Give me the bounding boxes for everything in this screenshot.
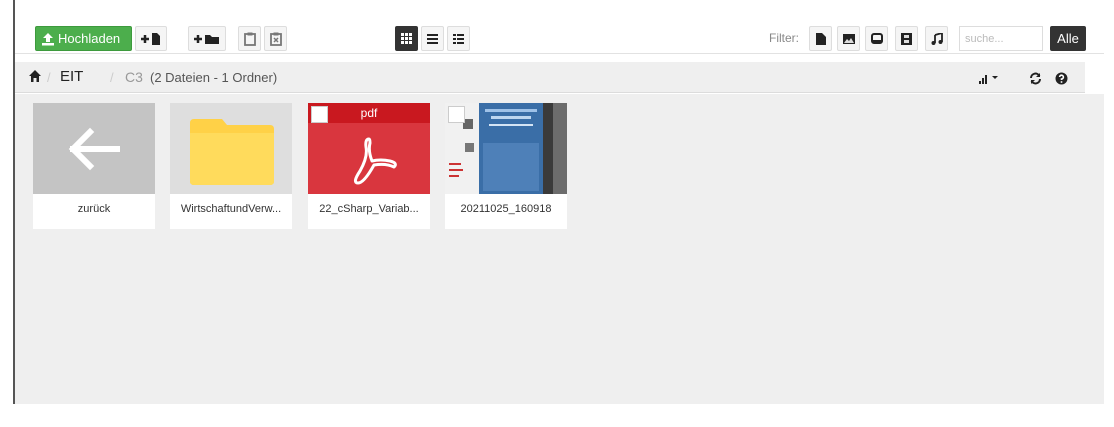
item-count: (2 Dateien - 1 Ordner) [150,70,278,85]
filter-all-button[interactable]: Alle [1050,26,1086,51]
file-grid: zurück WirtschaftundVerw... pdf 22_cShar… [15,94,1104,404]
view-list-button[interactable] [421,26,444,51]
breadcrumb-item-eit[interactable]: EIT [60,68,83,85]
tile-label: zurück [77,203,111,215]
list-icon [427,33,438,44]
details-icon [453,33,464,44]
refresh-icon [1029,72,1041,84]
filter-documents-button[interactable] [809,26,832,51]
clipboard-x-icon [269,32,282,46]
upload-icon [42,32,54,45]
clipboard-icon [243,32,256,46]
add-folder-icon [194,34,219,44]
select-checkbox[interactable] [311,106,328,123]
folder-thumbnail [170,103,292,194]
document-icon [815,32,826,45]
help-button[interactable] [1053,70,1069,86]
filter-archives-button[interactable] [865,26,888,51]
tile-label: 20211025_160918 [460,203,552,215]
image-icon [842,33,855,44]
upload-label: Hochladen [58,31,121,46]
file-tile-pdf[interactable]: pdf 22_cSharp_Variab... [308,103,430,229]
music-icon [931,32,943,45]
breadcrumb-separator: / [47,70,51,85]
search-input[interactable] [959,26,1043,51]
home-icon[interactable] [28,69,42,83]
toolbar: Hochladen Filter: suche... Alle [15,0,1104,54]
arrow-left-icon [68,127,120,171]
tile-label: WirtschaftundVerw... [180,203,282,215]
select-checkbox[interactable] [448,106,465,123]
breadcrumb-separator: / [110,70,114,85]
file-manager: Hochladen Filter: suche... Alle / EIT / … [13,0,1104,404]
filter-audio-button[interactable] [925,26,948,51]
signal-sort-icon [979,75,998,84]
inbox-icon [870,33,883,44]
filter-images-button[interactable] [837,26,860,51]
help-icon [1055,72,1067,84]
add-file-icon [141,32,160,45]
filter-videos-button[interactable] [895,26,918,51]
view-grid-button[interactable] [395,26,418,51]
file-tile-folder[interactable]: WirtschaftundVerw... [170,103,292,229]
film-icon [901,32,912,45]
refresh-button[interactable] [1027,70,1043,86]
filter-all-label: Alle [1057,31,1079,46]
breadcrumb-item-current: C3 [125,69,143,85]
filter-label: Filter: [769,31,799,45]
folder-icon [190,119,274,185]
view-details-button[interactable] [447,26,470,51]
breadcrumb: / EIT / C3 (2 Dateien - 1 Ordner) [15,62,1085,93]
grid-icon [401,33,412,44]
file-tile-back[interactable]: zurück [33,103,155,229]
back-thumbnail [33,103,155,194]
new-folder-button[interactable] [188,26,226,51]
sort-button[interactable] [978,70,1002,86]
tile-label: 22_cSharp_Variab... [319,203,419,215]
file-tile-image[interactable]: 20211025_160918 [445,103,567,229]
paste-button[interactable] [238,26,261,51]
upload-button[interactable]: Hochladen [35,26,132,51]
clear-clipboard-button[interactable] [264,26,287,51]
new-file-button[interactable] [135,26,167,51]
